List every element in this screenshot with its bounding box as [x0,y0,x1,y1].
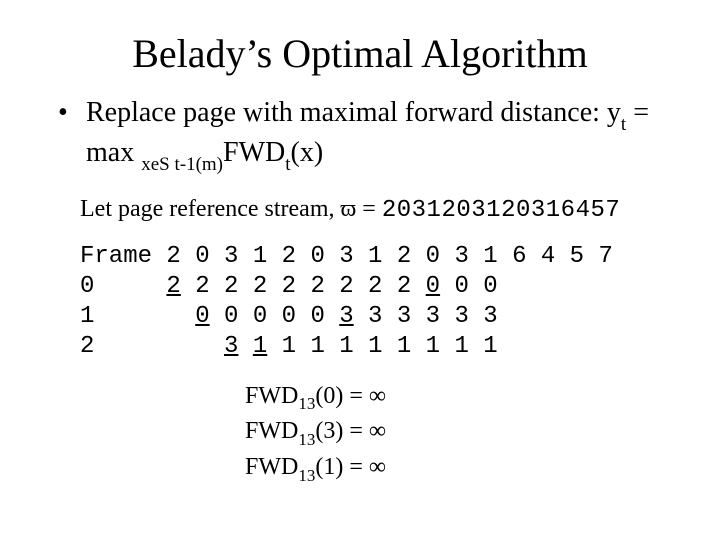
reference-stream: 2031203120316457 [382,197,620,224]
let-eq: = [356,196,382,222]
fwd-tail: (x) [291,137,324,168]
fwd-text: FWD [223,137,285,168]
bullet-text-pre: Replace page with maximal forward distan… [86,97,621,128]
fwd-arg: (3) = [315,418,369,444]
fwd-name: FWD [245,454,298,480]
fwd-line: FWD13(3) = ∞ [245,415,720,451]
max-subscript: xeS t-1(m) [141,154,223,175]
page-title: Belady’s Optimal Algorithm [0,0,720,95]
bullet-item: • Replace page with maximal forward dist… [0,95,720,176]
y-subscript: t [621,114,626,135]
slide: Belady’s Optimal Algorithm • Replace pag… [0,0,720,540]
fwd-val: ∞ [369,418,386,444]
fwd-line: FWD13(0) = ∞ [245,380,720,416]
fwd-val: ∞ [369,454,386,480]
fwd-results: FWD13(0) = ∞FWD13(3) = ∞FWD13(1) = ∞ [0,362,720,487]
let-prefix: Let page reference stream, [80,196,341,222]
frame-table: Frame 2 0 3 1 2 0 3 1 2 0 3 1 6 4 5 7 0 … [0,224,720,362]
bullet-text: Replace page with maximal forward distan… [86,95,680,176]
fwd-sub: 13 [298,466,315,485]
bullet-dot: • [58,95,86,131]
reference-stream-line: Let page reference stream, ϖ = 203120312… [0,176,720,224]
fwd-name: FWD [245,383,298,409]
fwd-sub: 13 [298,430,315,449]
fwd-arg: (1) = [315,454,369,480]
fwd-subscript: t [285,154,290,175]
fwd-line: FWD13(1) = ∞ [245,451,720,487]
fwd-arg: (0) = [315,383,369,409]
omega-symbol: ϖ [341,196,357,222]
fwd-val: ∞ [369,383,386,409]
fwd-sub: 13 [298,394,315,413]
fwd-name: FWD [245,418,298,444]
